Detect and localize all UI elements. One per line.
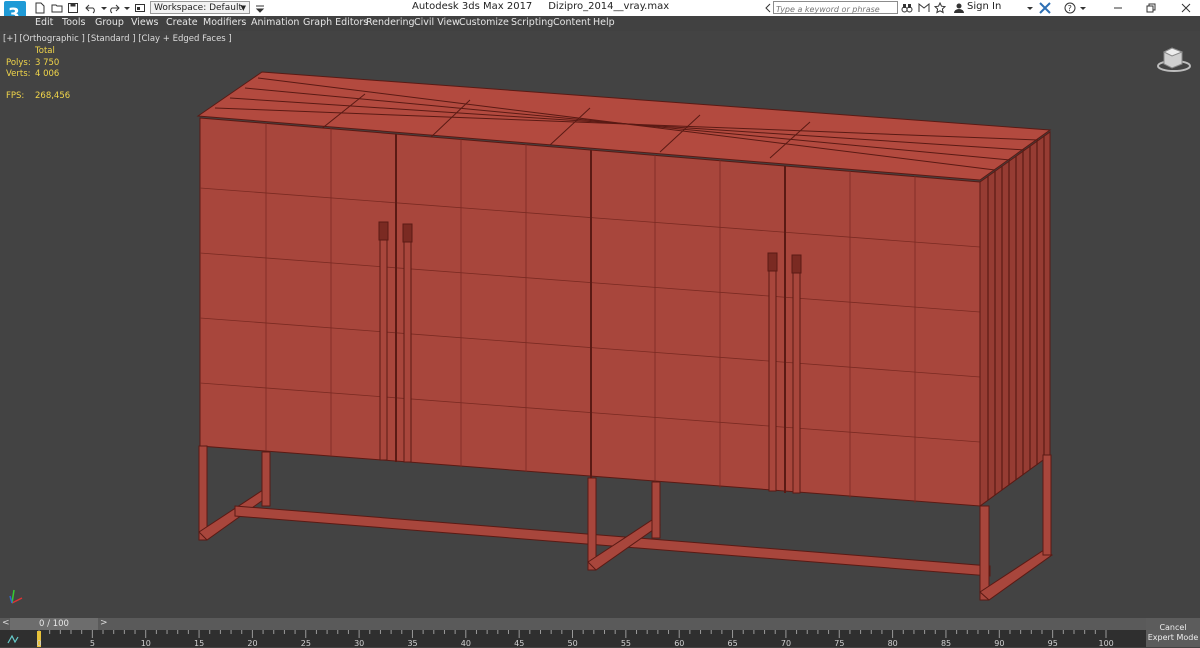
title-bar: 3 Workspace: Default ▼ Autodesk 3ds Max … [0,0,1200,27]
menu-item-edit[interactable]: Edit [35,17,53,28]
viewcube-icon[interactable] [1157,47,1191,72]
redo-dropdown-icon[interactable] [121,2,133,14]
verts-value: 4 006 [35,69,60,79]
menu-item-create[interactable]: Create [166,17,198,28]
verts-label: Verts: [6,69,31,79]
viewport-perspective[interactable] [0,31,1200,617]
chevron-down-icon: ▼ [240,4,246,12]
help-dropdown-icon[interactable] [1077,2,1089,14]
restore-icon[interactable] [1145,2,1157,14]
menu-item-modifiers[interactable]: Modifiers [203,17,246,28]
stats-header: Total [35,46,55,56]
file-name: Dizipro_2014__vray.max [548,1,670,12]
quick-access-menu-icon[interactable] [254,2,266,14]
menu-item-graph-editors[interactable]: Graph Editors [303,17,368,28]
sideboard-model [196,71,1053,601]
workspace-dropdown[interactable]: Workspace: Default ▼ [150,1,250,14]
menu-item-views[interactable]: Views [131,17,159,28]
new-file-icon[interactable] [34,2,46,14]
menu-bar: Edit Tools Group Views Create Modifiers Animat… [0,16,1200,31]
menu-item-help[interactable]: Help [593,17,615,28]
user-account-icon[interactable] [953,2,965,14]
sideboard-side [979,131,1051,507]
undo-icon[interactable] [85,2,97,14]
redo-icon[interactable] [108,2,120,14]
axis-gizmo-icon [9,589,23,604]
time-slider-track[interactable] [0,618,1146,630]
window-title: Autodesk 3ds Max 2017 Dizipro_2014__vray… [412,1,669,12]
menu-item-group[interactable]: Group [95,17,124,28]
menu-item-civil-view[interactable]: Civil View [414,17,460,28]
polys-value: 3 750 [35,58,60,68]
dropdown-arrow-icon[interactable] [1024,2,1036,14]
search-box[interactable] [773,1,898,15]
menu-item-rendering[interactable]: Rendering [366,17,415,28]
save-icon[interactable] [67,2,79,14]
app-name: Autodesk 3ds Max 2017 [412,1,533,12]
search-input[interactable] [774,4,894,15]
menu-item-scripting[interactable]: Scripting [511,17,553,28]
menu-item-tools[interactable]: Tools [62,17,85,28]
help-icon[interactable]: ? [1064,2,1076,14]
workspace-label: Workspace: Default [154,3,242,13]
menu-item-customize[interactable]: Customize [459,17,509,28]
fps-value: 268,456 [35,91,71,101]
sign-in-link[interactable]: Sign In [967,1,1001,12]
minimize-icon[interactable] [1112,2,1124,14]
time-next-button[interactable]: > [100,618,108,628]
binoculars-icon[interactable] [901,2,913,14]
menu-item-animation[interactable]: Animation [251,17,299,28]
open-folder-icon[interactable] [51,2,63,14]
subscription-center-icon[interactable] [918,2,930,14]
time-prev-button[interactable]: < [2,618,10,628]
autodesk-exchange-icon[interactable] [1039,2,1051,14]
close-icon[interactable] [1180,2,1192,14]
project-folder-icon[interactable] [134,2,146,14]
menu-item-content[interactable]: Content [553,17,591,28]
svg-text:?: ? [1068,4,1072,13]
cancel-expert-mode-button[interactable]: Cancel Expert Mode [1146,618,1200,647]
fps-label: FPS: [6,91,25,101]
polys-label: Polys: [6,58,31,68]
time-slider[interactable]: 0 / 100 [10,618,98,630]
favorites-star-icon[interactable] [934,2,946,14]
viewport-label[interactable]: [+] [Orthographic ] [Standard ] [Clay + … [3,34,232,44]
